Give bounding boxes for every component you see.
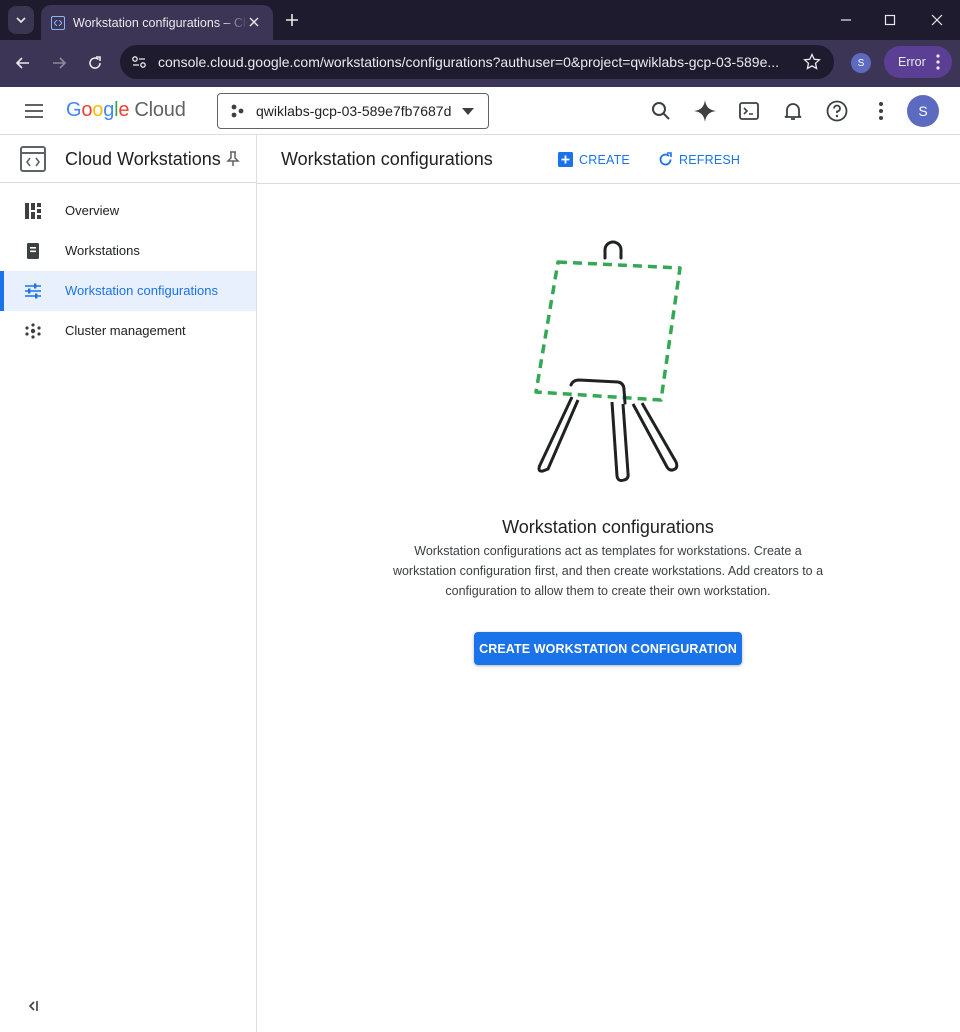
logo-letter: e	[118, 99, 130, 121]
sidebar-item-label: Overview	[65, 203, 120, 218]
logo-letter: g	[103, 99, 115, 121]
bookmark-star-icon[interactable]	[802, 52, 822, 72]
browser-toolbar: console.cloud.google.com/workstations/co…	[0, 40, 960, 87]
sidebar-item-label: Cluster management	[65, 323, 186, 338]
site-info-icon[interactable]	[124, 49, 154, 75]
create-label: CREATE	[579, 152, 630, 167]
plus-icon	[286, 14, 298, 26]
empty-state-title: Workstation configurations	[502, 517, 714, 537]
browser-tab[interactable]: Workstation configurations – Cloud	[41, 5, 273, 40]
project-dots-icon	[231, 104, 244, 118]
cloud-shell-icon[interactable]	[737, 99, 761, 123]
more-vert-icon	[936, 54, 940, 70]
cluster-icon	[25, 323, 41, 339]
google-cloud-logo[interactable]: Google Cloud	[66, 99, 186, 122]
dashboard-icon	[25, 203, 41, 219]
easel-illustration	[534, 240, 682, 482]
create-button[interactable]: CREATE	[558, 152, 630, 167]
pin-icon[interactable]	[226, 151, 240, 167]
empty-state-desc-line: Workstation configurations act as templa…	[414, 544, 802, 558]
logo-letter: o	[92, 99, 104, 121]
refresh-button[interactable]: REFRESH	[658, 152, 740, 167]
empty-state-description: Workstation configurations act as templa…	[370, 541, 846, 601]
browser-tabstrip: Workstation configurations – Cloud	[0, 0, 960, 40]
logo-letter: o	[81, 99, 93, 121]
project-picker[interactable]: qwiklabs-gcp-03-589e7fb7687d	[217, 93, 489, 129]
sidebar: Cloud Workstations Overview Workstations…	[0, 135, 257, 1032]
reload-button[interactable]	[84, 52, 106, 74]
reload-icon	[89, 56, 101, 69]
notifications-bell-icon[interactable]	[781, 99, 805, 123]
workstations-favicon-icon	[51, 15, 65, 30]
arrow-forward-icon	[53, 57, 67, 69]
sidebar-item-overview[interactable]: Overview	[0, 191, 256, 231]
browser-profile-avatar[interactable]: S	[851, 53, 871, 73]
tab-search-button[interactable]	[8, 6, 34, 34]
search-icon[interactable]	[649, 99, 673, 123]
logo-suffix: Cloud	[134, 99, 186, 121]
sidebar-item-workstation-configurations[interactable]: Workstation configurations	[0, 271, 256, 311]
minimize-icon	[841, 19, 851, 21]
minimize-window-button[interactable]	[836, 10, 856, 30]
page-title: Workstation configurations	[281, 149, 493, 169]
arrow-drop-down-icon	[462, 108, 474, 115]
back-button[interactable]	[12, 52, 34, 74]
project-name: qwiklabs-gcp-03-589e7fb7687d	[256, 103, 452, 119]
error-label: Error	[898, 55, 926, 69]
tune-icon	[25, 283, 41, 299]
maximize-icon	[884, 14, 896, 26]
more-vert-icon[interactable]	[869, 99, 893, 123]
close-window-button[interactable]	[927, 10, 947, 30]
menu-icon[interactable]	[22, 101, 46, 121]
arrow-back-icon	[15, 57, 29, 69]
cloud-workstations-icon	[20, 146, 46, 172]
refresh-label: REFRESH	[679, 152, 741, 167]
help-icon[interactable]	[825, 99, 849, 123]
new-tab-button[interactable]	[282, 10, 302, 30]
tab-title: Workstation configurations – Cloud	[73, 15, 248, 30]
account-avatar[interactable]: S	[907, 95, 939, 127]
sidebar-item-workstations[interactable]: Workstations	[0, 231, 256, 271]
create-workstation-configuration-button[interactable]: CREATE WORKSTATION CONFIGURATION	[474, 632, 742, 665]
maximize-window-button[interactable]	[880, 10, 900, 30]
add-box-icon	[558, 152, 573, 167]
close-icon	[931, 14, 943, 26]
empty-state-desc-line: configuration to allow them to create th…	[445, 584, 771, 598]
logo-letter: G	[66, 99, 82, 121]
browser-error-chip[interactable]: Error	[884, 46, 952, 78]
url-text: console.cloud.google.com/workstations/co…	[158, 54, 780, 70]
sidebar-item-label: Workstation configurations	[65, 283, 218, 298]
sidebar-item-cluster-management[interactable]: Cluster management	[0, 311, 256, 351]
refresh-icon	[659, 152, 672, 166]
empty-state-desc-line: workstation configuration first, and the…	[392, 564, 824, 578]
forward-button[interactable]	[48, 52, 70, 74]
workstation-icon	[27, 243, 39, 259]
gemini-sparkle-icon[interactable]	[693, 99, 717, 123]
sidebar-item-label: Workstations	[65, 243, 140, 258]
product-title: Cloud Workstations	[65, 149, 221, 169]
address-bar[interactable]: console.cloud.google.com/workstations/co…	[120, 45, 834, 79]
page-header: Workstation configurations CREATE REFRES…	[257, 135, 960, 184]
tab-close-icon[interactable]	[245, 13, 263, 31]
product-header: Cloud Workstations	[0, 135, 256, 183]
chevron-down-icon	[16, 17, 26, 24]
collapse-sidebar-icon[interactable]	[25, 998, 41, 1014]
console-header: Google Cloud qwiklabs-gcp-03-589e7fb7687d…	[0, 87, 960, 135]
